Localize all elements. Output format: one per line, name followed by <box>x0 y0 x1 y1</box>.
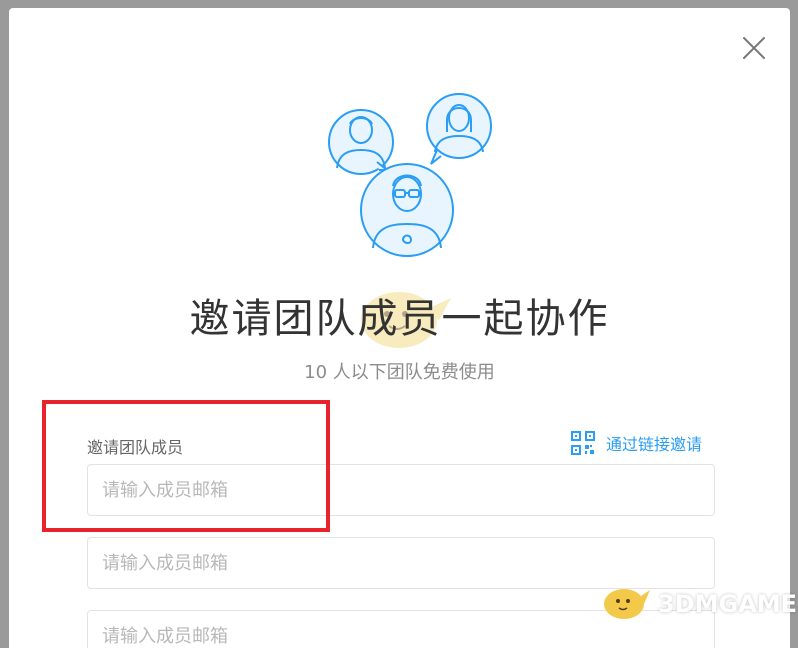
watermark-text: 3DMGAME <box>658 590 798 618</box>
page-title: 邀请团队成员一起协作 <box>189 296 610 342</box>
mascot-icon <box>600 582 652 626</box>
team-members-illustration <box>309 92 509 268</box>
member-email-input-1[interactable] <box>87 464 715 516</box>
invite-via-link-button[interactable]: 通过链接邀请 <box>570 429 702 457</box>
invite-members-dialog: 邀请团队成员一起协作 10 人以下团队免费使用 邀请团队成员 通过链接邀请 请输… <box>9 8 790 648</box>
page-subtitle: 10 人以下团队免费使用 <box>304 362 495 383</box>
close-icon[interactable] <box>740 34 768 62</box>
qr-code-icon <box>570 430 596 456</box>
invite-members-label: 邀请团队成员 <box>87 438 184 457</box>
site-watermark: 3DMGAME <box>600 582 797 626</box>
invite-via-link-label: 通过链接邀请 <box>606 435 703 454</box>
